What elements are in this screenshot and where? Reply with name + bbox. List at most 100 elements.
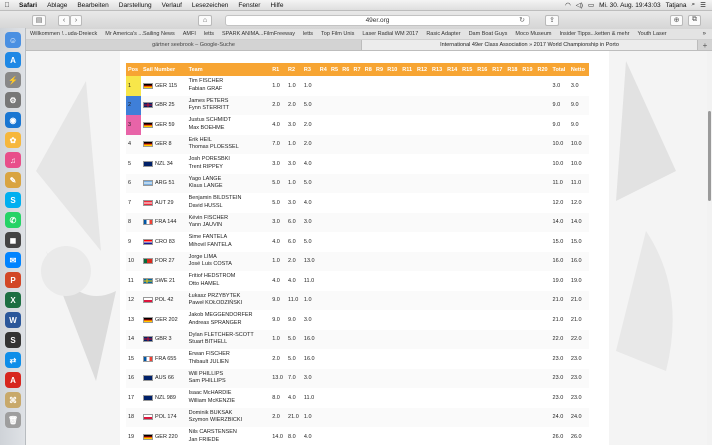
column-header[interactable]: R2	[286, 63, 302, 76]
column-header[interactable]: R11	[400, 63, 415, 76]
column-header[interactable]: R15	[460, 63, 476, 76]
powerpoint-icon[interactable]: P	[5, 272, 21, 288]
race-score-cell	[351, 95, 363, 115]
column-header[interactable]: R9	[373, 63, 386, 76]
tab-49er-results[interactable]: International 49er Class Association » 2…	[362, 40, 698, 50]
notification-center-icon[interactable]: ☰	[700, 1, 706, 9]
column-header[interactable]: R17	[490, 63, 506, 76]
preview-icon[interactable]: ⌘	[5, 392, 21, 408]
wifi-icon[interactable]: ◠	[565, 1, 571, 9]
column-header[interactable]: R5	[328, 63, 341, 76]
tab-google-search[interactable]: gärtner seebrook – Google-Suche	[26, 40, 362, 50]
favorite-item[interactable]: Rasic Adapter	[422, 31, 464, 37]
sail-number-cell: GER 202	[141, 310, 187, 330]
menu-verlauf[interactable]: Verlauf	[157, 2, 187, 9]
favorite-item[interactable]: Youth Laser	[633, 31, 670, 37]
photos-icon[interactable]: ✿	[5, 132, 21, 148]
reload-icon[interactable]: ↻	[519, 16, 525, 24]
finder-icon[interactable]: ☺	[5, 32, 21, 48]
volume-icon[interactable]: ◁)	[576, 1, 583, 9]
favorite-item[interactable]: letts	[200, 31, 218, 37]
column-header[interactable]: R19	[520, 63, 536, 76]
scrollbar-thumb[interactable]	[708, 111, 711, 201]
menu-hilfe[interactable]: Hilfe	[265, 2, 288, 9]
launchpad-icon[interactable]: ⚡	[5, 72, 21, 88]
column-header[interactable]: R10	[385, 63, 401, 76]
skype-icon[interactable]: S	[5, 192, 21, 208]
itunes-icon[interactable]: ♫	[5, 152, 21, 168]
total-cell: 21.0	[550, 290, 569, 310]
column-header[interactable]: R12	[414, 63, 431, 76]
column-header[interactable]: R8	[362, 63, 374, 76]
notes-icon[interactable]: ✎	[5, 172, 21, 188]
total-cell: 11.0	[550, 173, 569, 193]
netto-cell: 21.0	[568, 290, 589, 310]
column-header[interactable]: R3	[301, 63, 318, 76]
column-header[interactable]: R6	[340, 63, 352, 76]
column-header[interactable]: R4	[317, 63, 329, 76]
excel-icon[interactable]: X	[5, 292, 21, 308]
column-header[interactable]: R16	[475, 63, 491, 76]
favorite-item[interactable]: Moco Museum	[511, 31, 555, 37]
battery-icon[interactable]: ▭	[588, 1, 594, 9]
address-bar[interactable]: 49er.org ↻	[225, 14, 530, 26]
favorite-item[interactable]: AMFI	[179, 31, 200, 37]
favorite-item[interactable]: SPARK ANIMA...FilmFreeway	[218, 31, 299, 37]
total-cell: 26.0	[552, 433, 564, 440]
back-button[interactable]: ‹	[58, 14, 70, 26]
favorite-item[interactable]: Insider Tipps...ketten & mehr	[555, 31, 633, 37]
column-header[interactable]: Pos	[126, 63, 141, 76]
clock[interactable]: Mi. 30. Aug. 19:43:03	[599, 2, 660, 9]
camera-icon[interactable]: ◼	[5, 232, 21, 248]
column-header[interactable]: R20	[535, 63, 551, 76]
column-header[interactable]: R14	[445, 63, 461, 76]
favorite-item[interactable]: letts	[299, 31, 317, 37]
menu-darstellung[interactable]: Darstellung	[114, 2, 157, 9]
favorite-item[interactable]: Dam Boat Guys	[465, 31, 512, 37]
tabs-overview-button[interactable]: ⧉	[688, 14, 701, 26]
menu-lesezeichen[interactable]: Lesezeichen	[187, 2, 234, 9]
race-score-cell	[400, 388, 415, 408]
column-header[interactable]: R13	[430, 63, 446, 76]
acrobat-icon[interactable]: A	[5, 372, 21, 388]
new-tab-button[interactable]: +	[698, 40, 712, 50]
whatsapp-icon[interactable]: ✆	[5, 212, 21, 228]
column-header[interactable]: R7	[351, 63, 363, 76]
home-button[interactable]: ⌂	[198, 14, 212, 26]
favorite-item[interactable]: Top Film Unis	[317, 31, 358, 37]
app-store-icon[interactable]: A	[5, 52, 21, 68]
share-button[interactable]: ⇪	[545, 14, 559, 26]
more-favorites-icon[interactable]: »	[703, 31, 712, 37]
column-header[interactable]: R18	[505, 63, 521, 76]
messenger-icon[interactable]: ✉	[5, 252, 21, 268]
column-header[interactable]: R1	[270, 63, 287, 76]
race-score-cell	[318, 427, 329, 445]
favorite-item[interactable]: Mr America's ...Sailing News	[101, 31, 179, 37]
menu-app-name[interactable]: Safari	[14, 2, 42, 9]
teamviewer-icon[interactable]: ⇄	[5, 352, 21, 368]
sail-number-cell: GBR 3	[141, 329, 187, 349]
word-icon[interactable]: W	[5, 312, 21, 328]
forward-button[interactable]: ›	[70, 14, 82, 26]
spotlight-icon[interactable]: ⌕	[692, 1, 696, 9]
column-header[interactable]: Total	[550, 63, 569, 76]
race-score-cell	[430, 134, 446, 154]
menu-bearbeiten[interactable]: Bearbeiten	[72, 2, 113, 9]
column-header[interactable]: Netto	[568, 63, 589, 76]
race-score-cell	[385, 115, 400, 135]
favorite-item[interactable]: Laser Radial WM 2017	[358, 31, 422, 37]
menu-ablage[interactable]: Ablage	[42, 2, 72, 9]
menu-fenster[interactable]: Fenster	[233, 2, 265, 9]
column-header[interactable]: Sail Number	[141, 63, 187, 76]
apple-menu-icon[interactable]: 	[0, 2, 14, 9]
schools-icon[interactable]: S	[5, 332, 21, 348]
user-name[interactable]: Tatjana	[666, 2, 687, 9]
trash-icon[interactable]: 🗑	[5, 412, 21, 428]
column-header[interactable]: Team	[186, 63, 271, 76]
page-scrollbar[interactable]	[707, 51, 712, 445]
system-preferences-icon[interactable]: ⚙	[5, 92, 21, 108]
safari-icon[interactable]: ◉	[5, 112, 21, 128]
downloads-button[interactable]: ⊕	[670, 14, 683, 26]
sidebar-toggle-button[interactable]: ▤	[32, 14, 46, 26]
race-score-cell	[430, 368, 446, 388]
